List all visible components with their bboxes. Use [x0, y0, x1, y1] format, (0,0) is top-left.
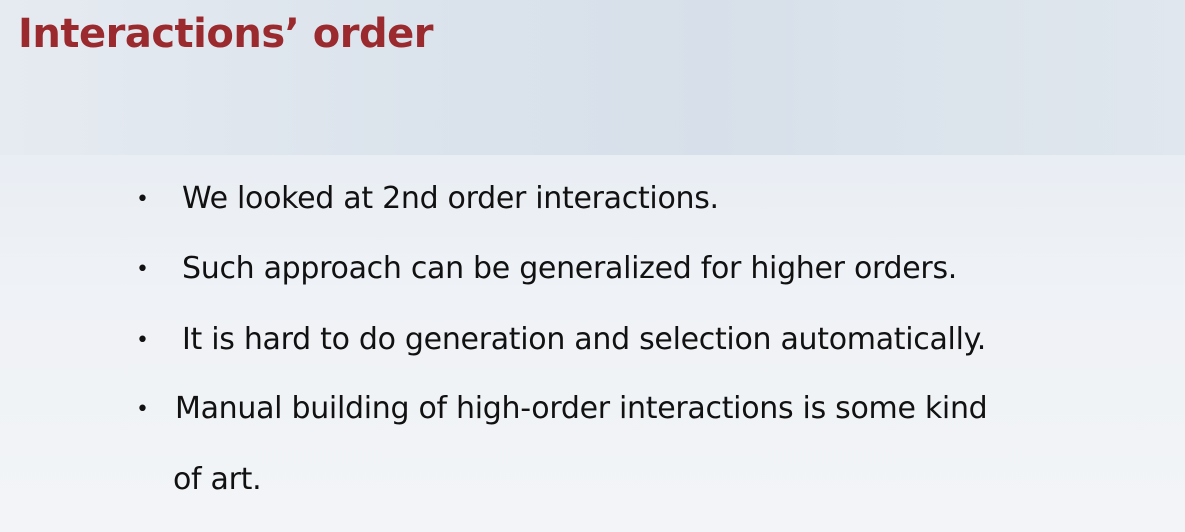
bullet-dot-icon: •: [136, 187, 149, 212]
bullet-text: Such approach can be generalized for hig…: [182, 251, 958, 286]
bullet-text-continuation: of art.: [173, 462, 262, 497]
bullet-text: It is hard to do generation and selectio…: [182, 322, 987, 357]
bullet-dot-icon: •: [136, 328, 149, 353]
bullet-text: We looked at 2nd order interactions.: [182, 181, 719, 216]
bullet-dot-icon: •: [136, 397, 149, 422]
bullet-text: Manual building of high-order interactio…: [175, 391, 988, 426]
bullet-list: • We looked at 2nd order interactions. •…: [0, 0, 1185, 532]
bullet-dot-icon: •: [136, 257, 149, 282]
